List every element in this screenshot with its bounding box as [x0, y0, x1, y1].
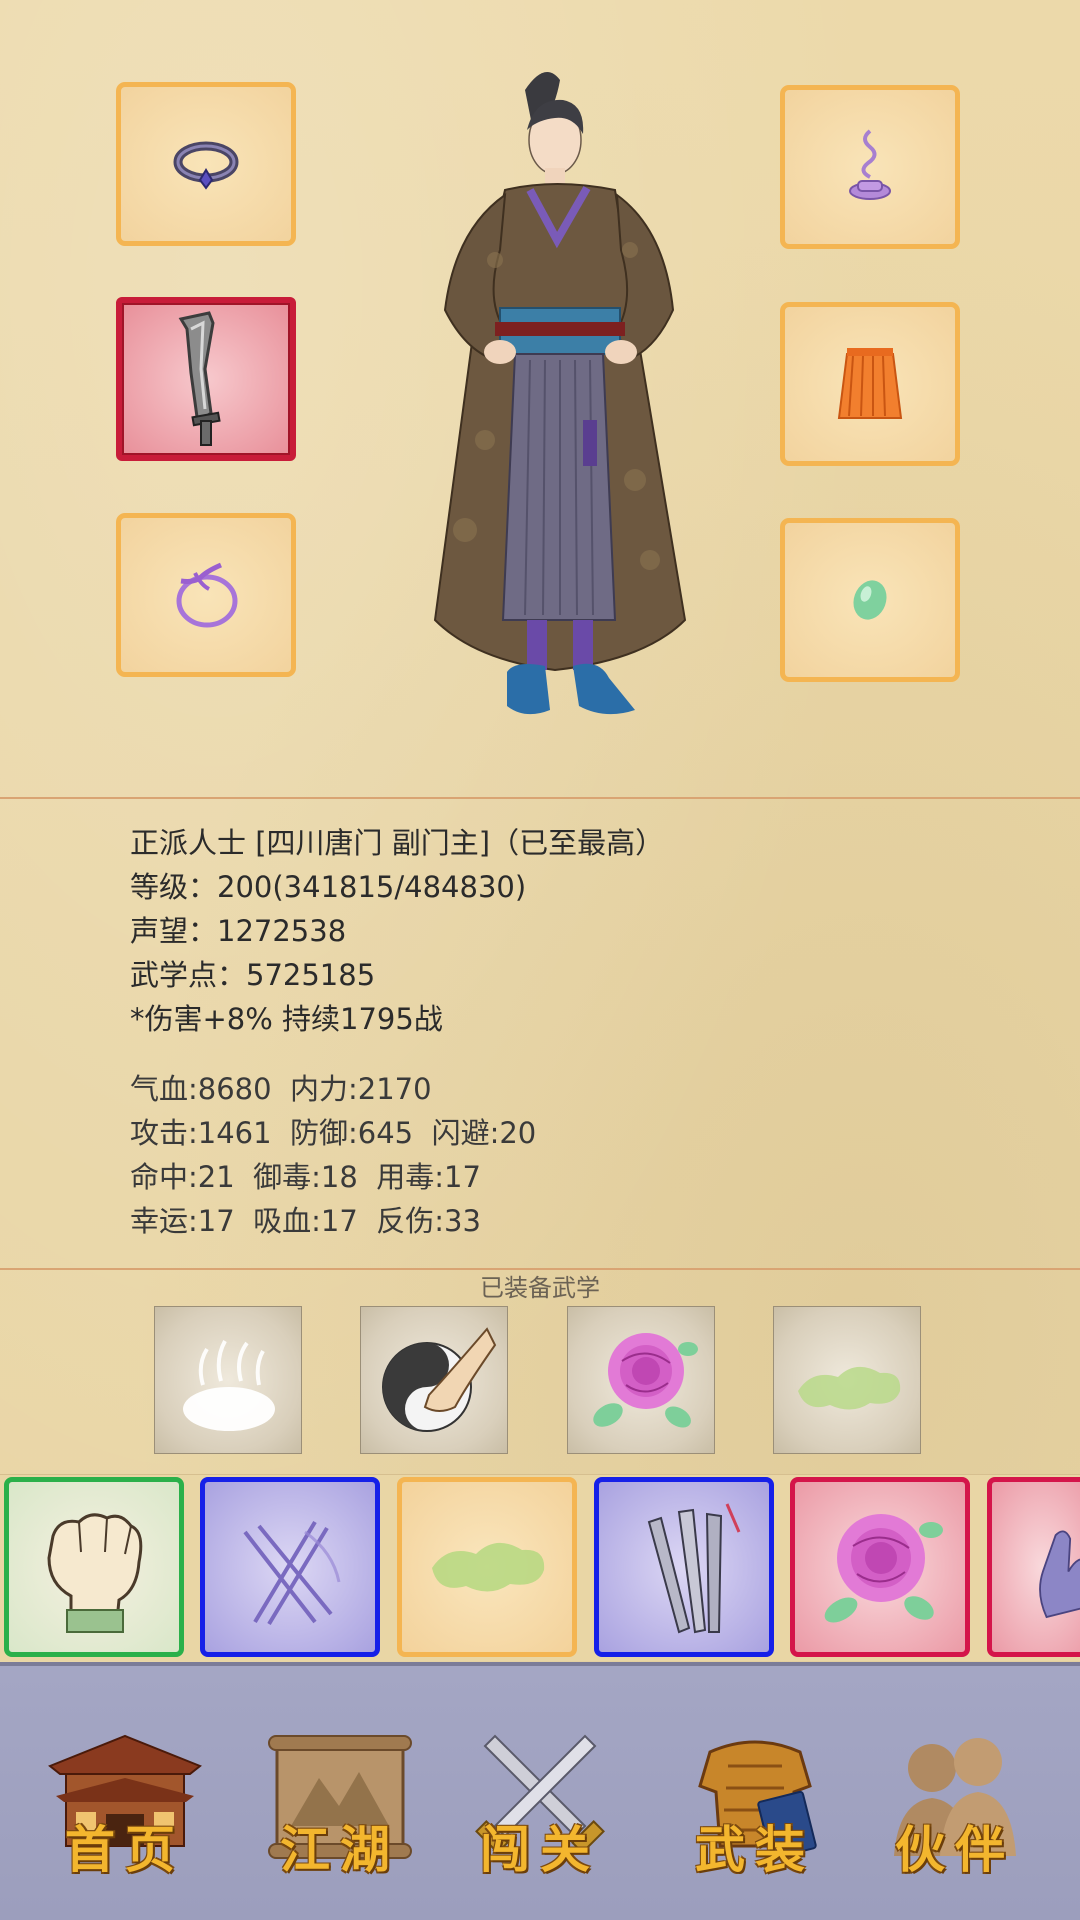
level-text: 等级：200(341815/484830) — [130, 870, 527, 904]
mist-skill-icon — [183, 1340, 275, 1431]
equipment-screen: 正派人士 [四川唐门 副门主]（已至最高） 等级：200(341815/4848… — [0, 0, 1080, 1920]
attributes-line-1: 气血:8680 内力:2170 — [130, 1072, 432, 1106]
nav-armory-label: 武装 — [695, 1820, 815, 1879]
nav-challenge-label: 闯关 — [480, 1820, 600, 1879]
nav-challenge[interactable]: 闯关 — [455, 1726, 625, 1896]
attributes-line-4: 幸运:17 吸血:17 反伤:33 — [130, 1204, 481, 1238]
weapon-slot[interactable] — [116, 297, 296, 461]
incense-icon — [849, 129, 891, 200]
reputation-text: 声望：1272538 — [130, 914, 347, 948]
martial-points-text: 武学点：5725185 — [130, 958, 376, 992]
equipped-skill-1[interactable] — [154, 1306, 302, 1454]
ring-slot[interactable] — [116, 82, 296, 246]
skill-bar — [0, 1474, 1080, 1661]
incense-slot[interactable] — [780, 85, 960, 249]
bracelet-slot[interactable] — [116, 513, 296, 677]
palm-icon — [1039, 1530, 1080, 1619]
robe-icon — [837, 348, 903, 419]
profile-title: 正派人士 [四川唐门 副门主]（已至最高） — [130, 826, 665, 860]
buff-text: *伤害+8% 持续1795战 — [130, 1002, 443, 1036]
equipped-skills-title: 已装备武学 — [480, 1274, 600, 1302]
nav-home-label: 首页 — [65, 1820, 185, 1879]
green-mist-skill-icon — [798, 1366, 901, 1410]
nav-jianghu[interactable]: 江湖 — [255, 1726, 425, 1896]
needles-icon — [243, 1520, 341, 1626]
equipped-skill-2[interactable] — [360, 1306, 508, 1454]
fist-icon — [47, 1513, 143, 1633]
equipped-skill-3[interactable] — [567, 1306, 715, 1454]
skill-slot-5[interactable] — [790, 1477, 970, 1657]
bracelet-icon — [176, 562, 238, 628]
nav-home[interactable]: 首页 — [40, 1726, 210, 1896]
ring-icon — [173, 141, 239, 190]
equipped-skill-4[interactable] — [773, 1306, 921, 1454]
rose-skill-icon — [593, 1333, 698, 1428]
divider-top — [0, 797, 1080, 799]
character-portrait — [433, 72, 687, 715]
nav-armory[interactable]: 武装 — [670, 1726, 840, 1896]
nav-partner-label: 伙伴 — [895, 1820, 1015, 1879]
bottom-nav: 首页 江湖 闯关 武装 伙伴 — [0, 1662, 1080, 1920]
skill-slot-3[interactable] — [397, 1477, 577, 1657]
skill-slot-2[interactable] — [200, 1477, 380, 1657]
jade-slot[interactable] — [780, 518, 960, 682]
attributes-line-2: 攻击:1461 防御:645 闪避:20 — [130, 1116, 537, 1150]
taichi-palm-skill-icon — [382, 1327, 497, 1432]
blades-icon — [647, 1503, 741, 1634]
nav-jianghu-label: 江湖 — [280, 1820, 400, 1879]
broadsword-icon — [178, 311, 221, 446]
rose-icon — [824, 1514, 943, 1623]
skill-slot-4[interactable] — [594, 1477, 774, 1657]
jade-icon — [853, 580, 887, 620]
nav-partner[interactable]: 伙伴 — [870, 1726, 1040, 1896]
skill-slot-6[interactable] — [987, 1477, 1080, 1657]
attributes-line-3: 命中:21 御毒:18 用毒:17 — [130, 1160, 481, 1194]
green-mist-icon — [432, 1542, 545, 1592]
robe-slot[interactable] — [780, 302, 960, 466]
skill-slot-1[interactable] — [4, 1477, 184, 1657]
